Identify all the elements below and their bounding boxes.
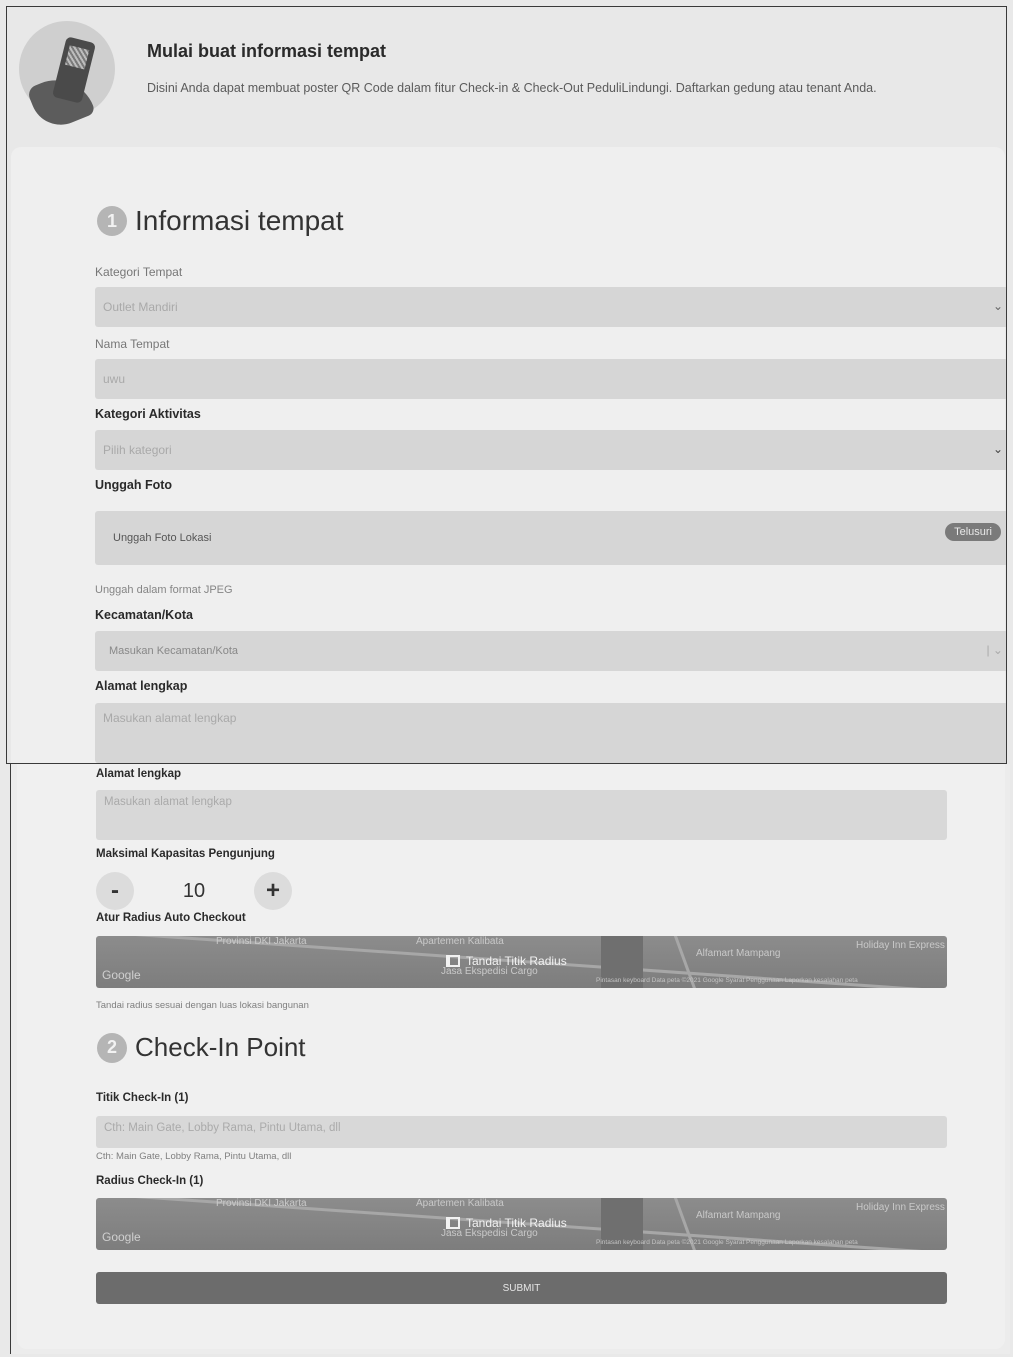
kecamatan-select[interactable]: Masukan Kecamatan/Kota | ⌄ xyxy=(95,631,1006,671)
radius-auto-label: Atur Radius Auto Checkout xyxy=(96,912,246,924)
increment-button[interactable]: + xyxy=(254,872,292,910)
map-label: Alfamart Mampang xyxy=(696,1210,781,1221)
alamat-textarea[interactable]: Masukan alamat lengkap xyxy=(96,790,947,840)
chevron-down-icon: ⌄ xyxy=(992,299,1003,313)
titik-checkin-input[interactable]: Cth: Main Gate, Lobby Rama, Pintu Utama,… xyxy=(96,1116,947,1148)
step-number-badge: 2 xyxy=(97,1032,127,1063)
nama-tempat-input[interactable]: uwu xyxy=(95,359,1006,399)
tandai-titik-radius-label: Tandai Titik Radius xyxy=(466,954,567,968)
kapasitas-label: Maksimal Kapasitas Pengunjung xyxy=(96,848,275,860)
map-label: Provinsi DKI Jakarta xyxy=(216,936,307,947)
map-label: Alfamart Mampang xyxy=(696,948,781,959)
kapasitas-stepper: - 10 + xyxy=(96,872,292,910)
map-icon xyxy=(446,1217,460,1229)
decrement-button[interactable]: - xyxy=(96,872,134,910)
kecamatan-placeholder: Masukan Kecamatan/Kota xyxy=(109,645,239,657)
unggah-foto-hint: Unggah dalam format JPEG xyxy=(95,584,233,596)
map-footer[interactable]: Pintasan keyboard Data peta ©2021 Google… xyxy=(596,1239,858,1246)
alamat-textarea[interactable]: Masukan alamat lengkap xyxy=(95,703,1006,763)
page-title: Mulai buat informasi tempat xyxy=(147,41,387,61)
kategori-tempat-select[interactable]: Outlet Mandiri ⌄ xyxy=(95,287,1006,327)
map-label: Apartemen Kalibata xyxy=(416,1198,504,1209)
radius-checkin-map[interactable]: Provinsi DKI Jakarta Apartemen Kalibata … xyxy=(96,1198,947,1250)
map-label: Provinsi DKI Jakarta xyxy=(216,1198,307,1209)
alamat-label: Alamat lengkap xyxy=(96,768,181,780)
radius-auto-map[interactable]: Provinsi DKI Jakarta Apartemen Kalibata … xyxy=(96,936,947,988)
section-header-informasi: 1 Informasi tempat xyxy=(97,205,344,237)
form-card-continued: Alamat lengkap Masukan alamat lengkap Ma… xyxy=(17,764,1005,1349)
kategori-aktivitas-label: Kategori Aktivitas xyxy=(95,407,201,421)
map-label: Apartemen Kalibata xyxy=(416,936,504,947)
form-card: 1 Informasi tempat Kategori Tempat Outle… xyxy=(11,147,1006,763)
map-icon xyxy=(446,955,460,967)
tandai-titik-radius-button[interactable]: Tandai Titik Radius xyxy=(446,954,567,968)
alamat-placeholder: Masukan alamat lengkap xyxy=(103,711,237,725)
titik-checkin-placeholder: Cth: Main Gate, Lobby Rama, Pintu Utama,… xyxy=(104,1122,341,1134)
kecamatan-label: Kecamatan/Kota xyxy=(95,608,193,622)
submit-button[interactable]: SUBMIT xyxy=(96,1272,947,1304)
form-screenshot-bottom: Alamat lengkap Masukan alamat lengkap Ma… xyxy=(10,764,1010,1354)
radius-auto-hint: Tandai radius sesuai dengan luas lokasi … xyxy=(96,1000,309,1011)
google-logo: Google xyxy=(102,968,141,982)
phone-shape xyxy=(51,36,97,104)
map-label: Holiday Inn Express xyxy=(856,940,945,951)
alamat-label: Alamat lengkap xyxy=(95,679,188,693)
chevron-down-icon: ⌄ xyxy=(992,442,1003,456)
chevron-down-icon: | ⌄ xyxy=(986,643,1003,657)
section-title: Check-In Point xyxy=(135,1032,306,1062)
google-logo: Google xyxy=(102,1230,141,1244)
kapasitas-value[interactable]: 10 xyxy=(134,880,254,903)
unggah-foto-placeholder: Unggah Foto Lokasi xyxy=(113,532,212,544)
form-screenshot-top: Mulai buat informasi tempat Disini Anda … xyxy=(6,6,1007,764)
phone-qr-illustration-icon xyxy=(19,21,115,134)
unggah-foto-label: Unggah Foto xyxy=(95,478,173,492)
page-subtitle: Disini Anda dapat membuat poster QR Code… xyxy=(147,81,877,95)
section-header-checkin: 2 Check-In Point xyxy=(97,1032,306,1063)
kategori-aktivitas-placeholder: Pilih kategori xyxy=(103,443,172,457)
kategori-tempat-value: Outlet Mandiri xyxy=(103,300,178,314)
map-label: Holiday Inn Express xyxy=(856,1202,945,1213)
telusuri-button[interactable]: Telusuri xyxy=(945,523,1001,541)
alamat-placeholder: Masukan alamat lengkap xyxy=(104,796,232,808)
tandai-titik-radius-button[interactable]: Tandai Titik Radius xyxy=(446,1216,567,1230)
nama-tempat-label: Nama Tempat xyxy=(95,337,170,351)
unggah-foto-input[interactable]: Unggah Foto Lokasi Telusuri xyxy=(95,511,1006,565)
titik-checkin-label: Titik Check-In (1) xyxy=(96,1092,189,1104)
kategori-aktivitas-select[interactable]: Pilih kategori ⌄ xyxy=(95,430,1006,470)
map-footer[interactable]: Pintasan keyboard Data peta ©2021 Google… xyxy=(596,977,858,984)
step-number-badge: 1 xyxy=(97,206,127,236)
radius-checkin-label: Radius Check-In (1) xyxy=(96,1175,204,1187)
tandai-titik-radius-label: Tandai Titik Radius xyxy=(466,1216,567,1230)
page-header: Mulai buat informasi tempat Disini Anda … xyxy=(7,7,1006,145)
nama-tempat-value: uwu xyxy=(103,372,126,386)
titik-checkin-hint: Cth: Main Gate, Lobby Rama, Pintu Utama,… xyxy=(96,1151,292,1162)
section-title: Informasi tempat xyxy=(135,205,344,236)
kategori-tempat-label: Kategori Tempat xyxy=(95,265,183,279)
